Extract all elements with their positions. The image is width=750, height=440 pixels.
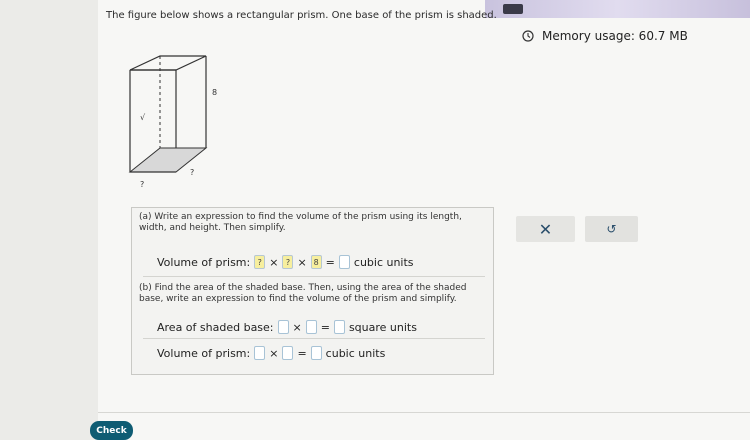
part-a-instruction: (a) Write an expression to find the volu… (139, 212, 462, 233)
part-a-equation: Volume of prism: ? × ? × 8 = cubic units (157, 255, 414, 269)
prism-figure: 8 √ ? ? (120, 50, 250, 195)
left-strip (0, 0, 98, 440)
volume-result-input[interactable] (310, 346, 322, 360)
top-band-chip (503, 4, 523, 14)
part-a-input-3[interactable]: 8 (310, 255, 322, 269)
part-b-instruction: (b) Find the area of the shaded base. Th… (139, 283, 467, 304)
times-sign-1: × (269, 255, 279, 269)
area-result-input[interactable] (333, 320, 345, 334)
part-b-area-label: Area of shaded base: (157, 320, 274, 334)
top-band (485, 0, 750, 18)
memory-usage-text: Memory usage: 60.7 MB (542, 29, 688, 43)
bottom-separator (98, 412, 750, 413)
part-b-volume-suffix: cubic units (325, 346, 386, 360)
part-a-result-input[interactable] (338, 255, 350, 269)
check-button[interactable]: Check (90, 421, 133, 440)
part-b-volume-label: Volume of prism: (157, 346, 251, 360)
part-a-input-1[interactable]: ? (254, 255, 266, 269)
times-sign-4: × (269, 346, 279, 360)
part-b-area-row: Area of shaded base: × = square units (157, 320, 417, 334)
depth-label: ? (140, 180, 145, 189)
equals-sign-c: = (297, 346, 307, 360)
equals-sign-b: = (320, 320, 330, 334)
part-b-divider (143, 338, 485, 339)
times-sign-3: × (292, 320, 302, 334)
part-a-input-2[interactable]: ? (282, 255, 294, 269)
volume-input-1[interactable] (254, 346, 266, 360)
part-divider (143, 276, 485, 277)
clear-button[interactable]: ✕ (516, 216, 575, 242)
clock-icon (522, 30, 534, 42)
side-label: √ (140, 113, 146, 122)
memory-usage: Memory usage: 60.7 MB (522, 29, 688, 43)
part-a-suffix: cubic units (353, 255, 414, 269)
width-label: ? (190, 168, 195, 177)
part-b-volume-row: Volume of prism: × = cubic units (157, 346, 385, 360)
area-input-1[interactable] (277, 320, 289, 334)
part-b-area-suffix: square units (348, 320, 417, 334)
volume-input-2[interactable] (282, 346, 294, 360)
undo-button[interactable]: ↺ (585, 216, 638, 242)
part-a-label: Volume of prism: (157, 255, 251, 269)
prism-drawing (128, 55, 208, 173)
height-label: 8 (212, 88, 218, 97)
question-prompt: The figure below shows a rectangular pri… (106, 10, 497, 21)
times-sign-2: × (297, 255, 307, 269)
area-input-2[interactable] (305, 320, 317, 334)
equals-sign-a: = (325, 255, 335, 269)
